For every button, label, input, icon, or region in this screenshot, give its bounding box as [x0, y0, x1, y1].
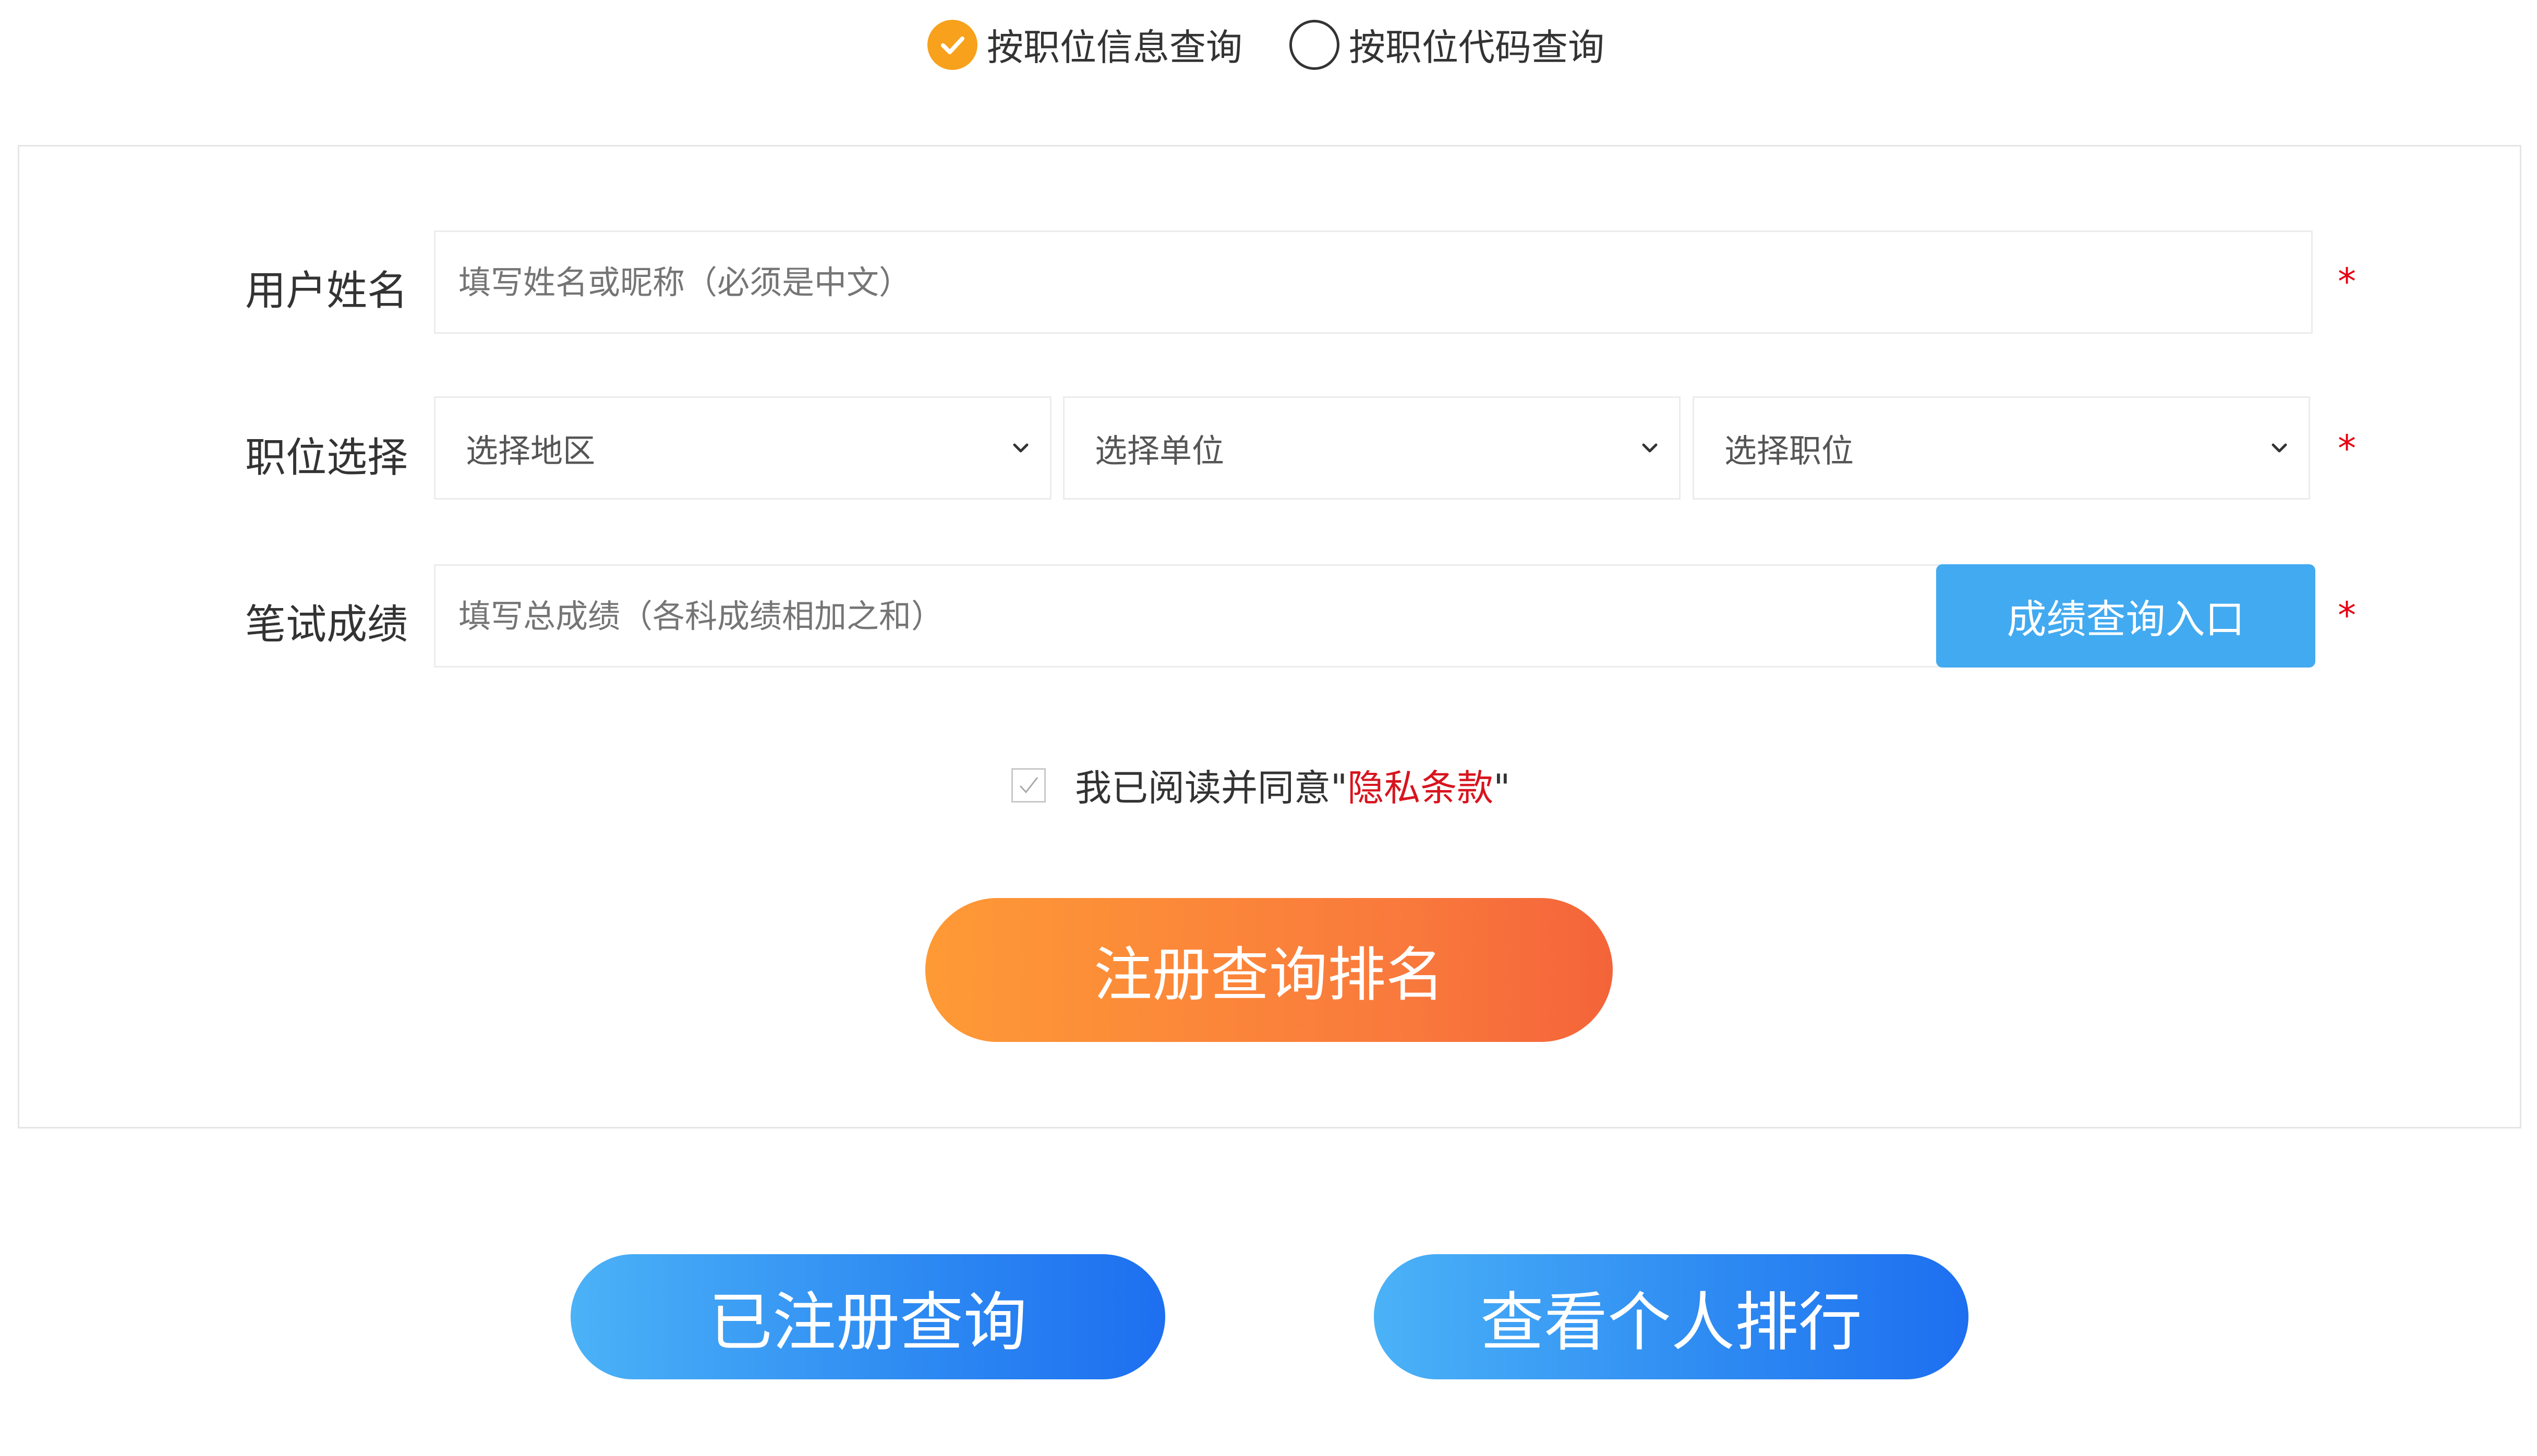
score-required-mark: * [2338, 594, 2356, 637]
agreement-checkbox[interactable] [1011, 768, 1046, 803]
register-query-ranking-button[interactable]: 注册查询排名 [925, 898, 1613, 1042]
chevron-down-icon [1006, 433, 1035, 463]
registered-query-button[interactable]: 已注册查询 [571, 1254, 1165, 1379]
agreement-text: 我已阅读并同意"隐私条款" [1075, 759, 1510, 811]
name-input[interactable] [434, 230, 2313, 334]
radio-by-position-code[interactable]: 按职位代码查询 [1289, 18, 1604, 71]
job-select[interactable]: 选择职位 [1693, 396, 2310, 500]
radio-unchecked-icon [1289, 19, 1339, 70]
unit-select[interactable]: 选择单位 [1063, 396, 1681, 500]
checkmark-icon [941, 36, 964, 54]
chevron-down-icon [1635, 433, 1664, 463]
job-select-value: 选择职位 [1724, 432, 1854, 470]
region-select[interactable]: 选择地区 [434, 396, 1052, 500]
agreement-row: 我已阅读并同意"隐私条款" [1011, 759, 1510, 811]
radio-by-position-info[interactable]: 按职位信息查询 [927, 18, 1242, 71]
radio-checked-icon [927, 19, 977, 70]
score-query-button[interactable]: 成绩查询入口 [1936, 564, 2315, 668]
checkmark-icon [1019, 776, 1038, 793]
radio-label-position-code: 按职位代码查询 [1349, 26, 1604, 69]
score-input[interactable] [434, 564, 1947, 668]
privacy-terms-link[interactable]: 隐私条款 [1347, 767, 1493, 809]
unit-select-value: 选择单位 [1095, 432, 1225, 470]
position-label: 职位选择 [245, 434, 408, 481]
agreement-suffix: " [1493, 767, 1511, 809]
name-label: 用户姓名 [245, 268, 408, 314]
score-label: 笔试成绩 [245, 601, 408, 648]
chevron-down-icon [2265, 433, 2294, 463]
name-required-mark: * [2338, 260, 2356, 303]
position-required-mark: * [2338, 427, 2356, 470]
region-select-value: 选择地区 [466, 432, 596, 470]
view-personal-ranking-button[interactable]: 查看个人排行 [1374, 1254, 1968, 1379]
agreement-prefix: 我已阅读并同意" [1075, 767, 1348, 809]
radio-label-position-info: 按职位信息查询 [987, 26, 1242, 69]
